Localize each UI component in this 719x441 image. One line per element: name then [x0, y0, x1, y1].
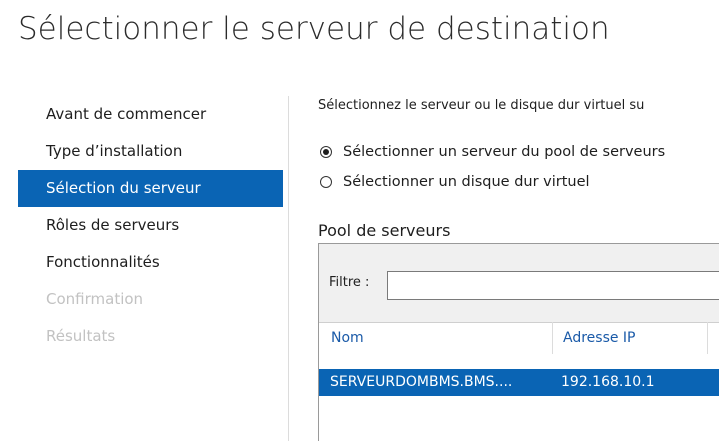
nav-item-type-installation[interactable]: Type d’installation [18, 133, 283, 170]
nav-divider [288, 96, 289, 441]
column-separator[interactable] [552, 322, 553, 354]
nav-item-resultats: Résultats [46, 327, 116, 345]
nav-item-fonctionnalites[interactable]: Fonctionnalités [18, 244, 283, 281]
nav-item-roles-serveurs[interactable]: Rôles de serveurs [18, 207, 283, 244]
nav-item-avant-de-commencer[interactable]: Avant de commencer [18, 96, 283, 133]
row-ip-address: 192.168.10.1 [561, 374, 655, 390]
column-header-adresse-ip[interactable]: Adresse IP [563, 322, 636, 354]
nav-item-confirmation: Confirmation [46, 290, 144, 308]
filter-input[interactable] [387, 271, 719, 300]
wizard-nav: Avant de commencer Type d’installation S… [18, 96, 283, 355]
radio-virtual-disk-label: Sélectionner un disque dur virtuel [343, 174, 590, 190]
column-separator[interactable] [707, 322, 708, 354]
radio-server-pool-label: Sélectionner un serveur du pool de serve… [343, 144, 666, 160]
server-pool-title: Pool de serveurs [318, 221, 451, 240]
radio-button-virtual-disk[interactable] [320, 176, 332, 188]
main-content: Sélectionnez le serveur ou le disque dur… [318, 96, 719, 441]
radio-server-pool-option[interactable]: Sélectionner un serveur du pool de serve… [320, 141, 665, 163]
radio-virtual-disk-option[interactable]: Sélectionner un disque dur virtuel [320, 171, 590, 193]
intro-text: Sélectionnez le serveur ou le disque dur… [318, 98, 645, 113]
nav-item-selection-serveur[interactable]: Sélection du serveur [18, 170, 283, 207]
server-pool-table: Filtre : Nom Adresse IP SERVEURDOMBMS.BM… [318, 243, 719, 441]
table-row[interactable]: SERVEURDOMBMS.BMS.... 192.168.10.1 [319, 369, 719, 396]
column-header-nom[interactable]: Nom [331, 322, 364, 354]
row-server-name: SERVEURDOMBMS.BMS.... [330, 374, 513, 390]
radio-button-server-pool[interactable] [320, 146, 332, 158]
filter-label: Filtre : [329, 275, 370, 290]
page-title: Sélectionner le serveur de destination [18, 11, 610, 47]
filter-bar: Filtre : [319, 244, 719, 323]
